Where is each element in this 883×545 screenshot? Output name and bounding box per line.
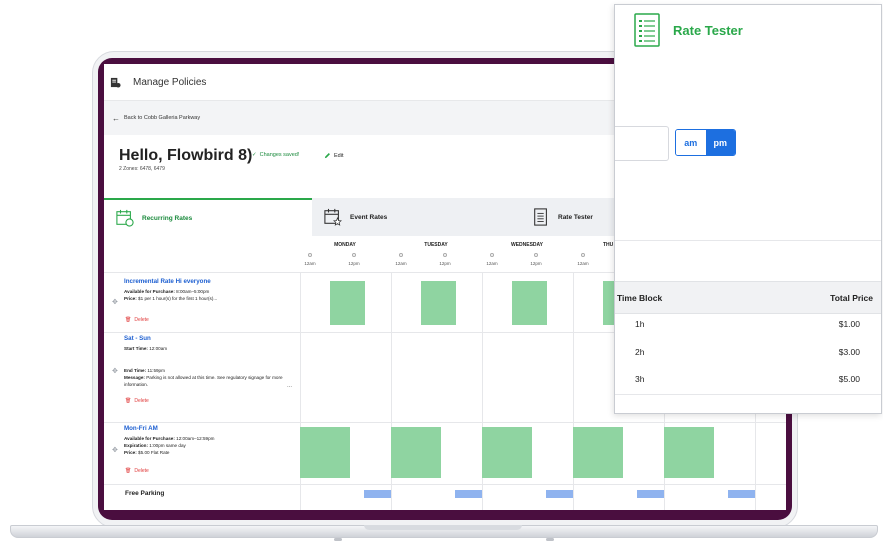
laptop-notch xyxy=(364,525,522,530)
policy-detail: Price: $5.00 Flat Rate xyxy=(124,450,170,455)
divider xyxy=(615,394,881,395)
laptop-foot xyxy=(334,538,342,541)
rate-block[interactable] xyxy=(300,427,350,478)
am-button[interactable]: am xyxy=(676,130,706,155)
tab-recurring-rates[interactable]: Recurring Rates xyxy=(104,198,312,236)
policy-detail: End Time: 11:59pm xyxy=(124,368,165,373)
policy-mon-fri-am[interactable]: Mon-Fri AM Available for Purchase: 12:00… xyxy=(124,425,299,456)
free-block[interactable] xyxy=(728,490,755,498)
policy-detail: Expiration: 1:00pm same day xyxy=(124,443,186,448)
policy-detail: Price: $1 per 1 hour(s) for the first 1 … xyxy=(124,296,218,301)
drag-handle-icon[interactable]: ✥ xyxy=(112,367,118,375)
rate-block[interactable] xyxy=(391,427,441,478)
trash-icon: 🗑 xyxy=(125,398,132,404)
arrow-left-icon: ← xyxy=(112,113,120,123)
day-header: MONDAY xyxy=(334,242,356,248)
row-divider xyxy=(104,484,786,485)
policy-detail: Start Time: 12:00am xyxy=(124,346,168,351)
policy-detail: Available for Purchase: 12:00am–12:59pm xyxy=(124,436,215,441)
time-block-cell: 3h xyxy=(635,374,645,384)
page-title: Manage Policies xyxy=(133,76,207,88)
time-block-cell: 2h xyxy=(635,347,645,357)
free-block[interactable] xyxy=(637,490,664,498)
rate-block[interactable] xyxy=(573,427,623,478)
time-block-cell: 1h xyxy=(635,319,645,329)
time-tick: 12pm xyxy=(344,253,364,266)
clipboard-list-icon xyxy=(534,208,547,226)
calendar-star-icon xyxy=(324,208,342,226)
check-icon: ✓ xyxy=(252,152,257,158)
drag-handle-icon[interactable]: ✥ xyxy=(112,298,118,306)
back-link-label: Back to Cobb Galleria Parkway xyxy=(124,115,201,121)
rate-block[interactable] xyxy=(512,281,547,325)
row-divider xyxy=(104,422,786,423)
results-table-header: Time Block Total Price xyxy=(615,281,881,314)
tab-label: Event Rates xyxy=(350,213,388,221)
pm-button[interactable]: pm xyxy=(705,130,735,155)
delete-button[interactable]: 🗑 Delete xyxy=(125,398,149,404)
laptop-foot xyxy=(546,538,554,541)
drag-handle-icon[interactable]: ✥ xyxy=(112,446,118,454)
policy-sat-sun[interactable]: Sat - Sun Start Time: 12:00am xyxy=(124,335,299,352)
tab-event-rates[interactable]: Event Rates xyxy=(312,198,520,236)
rate-block[interactable] xyxy=(664,427,714,478)
policy-name[interactable]: Incremental Rate Hi everyone xyxy=(124,278,299,285)
policies-icon xyxy=(110,77,121,88)
clipboard-list-icon xyxy=(634,13,660,47)
zones-text: 2 Zones: 6478, 6479 xyxy=(119,166,165,172)
policy-free-parking[interactable]: Free Parking xyxy=(125,490,164,497)
policy-sat-sun-details: End Time: 11:59pm Message: Parking is no… xyxy=(124,367,299,388)
policy-detail: Message: Parking is not allowed at this … xyxy=(124,375,283,387)
calendar-repeat-icon xyxy=(116,209,134,227)
pencil-icon xyxy=(324,153,330,159)
time-tick: 12am xyxy=(482,253,502,266)
day-header: WEDNESDAY xyxy=(510,242,544,248)
free-block[interactable] xyxy=(364,490,391,498)
tab-label: Rate Tester xyxy=(558,213,593,221)
price-cell: $1.00 xyxy=(838,319,860,329)
rate-block[interactable] xyxy=(330,281,365,325)
col-total-price: Total Price xyxy=(830,293,873,303)
time-tick: 12am xyxy=(300,253,320,266)
divider xyxy=(615,240,881,241)
rate-tester-panel: Rate Tester am pm Time Block Total Price… xyxy=(614,4,882,414)
time-tick: 12pm xyxy=(526,253,546,266)
day-header: TUESDAY xyxy=(424,242,448,248)
delete-button[interactable]: 🗑 Delete xyxy=(125,468,149,474)
delete-button[interactable]: 🗑 Delete xyxy=(125,317,149,323)
rate-block[interactable] xyxy=(421,281,456,325)
price-cell: $5.00 xyxy=(838,374,860,384)
policy-incremental-rate[interactable]: Incremental Rate Hi everyone Available f… xyxy=(124,278,299,302)
rate-block[interactable] xyxy=(482,427,532,478)
free-block[interactable] xyxy=(546,490,573,498)
edit-button[interactable]: Edit xyxy=(324,152,343,159)
more-ellipsis[interactable]: ... xyxy=(287,383,292,389)
save-status: ✓ Changes saved! xyxy=(252,152,299,158)
time-tick: 12pm xyxy=(435,253,455,266)
policy-detail: Available for Purchase: 8:00am–5:00pm xyxy=(124,289,210,294)
edit-label: Edit xyxy=(334,152,344,159)
time-tick: 12am xyxy=(391,253,411,266)
panel-title: Rate Tester xyxy=(673,23,743,38)
free-block[interactable] xyxy=(455,490,482,498)
policy-name[interactable]: Mon-Fri AM xyxy=(124,425,299,432)
page-heading: Hello, Flowbird 8) xyxy=(119,147,253,164)
save-status-label: Changes saved! xyxy=(259,152,300,158)
time-input[interactable] xyxy=(615,126,669,161)
policy-name[interactable]: Sat - Sun xyxy=(124,335,299,342)
tab-label: Recurring Rates xyxy=(142,214,193,222)
trash-icon: 🗑 xyxy=(125,317,132,323)
col-time-block: Time Block xyxy=(617,293,663,303)
laptop-mockup: Manage Policies ← Back to Cobb Galleria … xyxy=(0,0,883,545)
price-cell: $3.00 xyxy=(838,347,860,357)
time-tick: 12am xyxy=(573,253,593,266)
trash-icon: 🗑 xyxy=(125,468,132,474)
am-pm-toggle[interactable]: am pm xyxy=(675,129,736,156)
